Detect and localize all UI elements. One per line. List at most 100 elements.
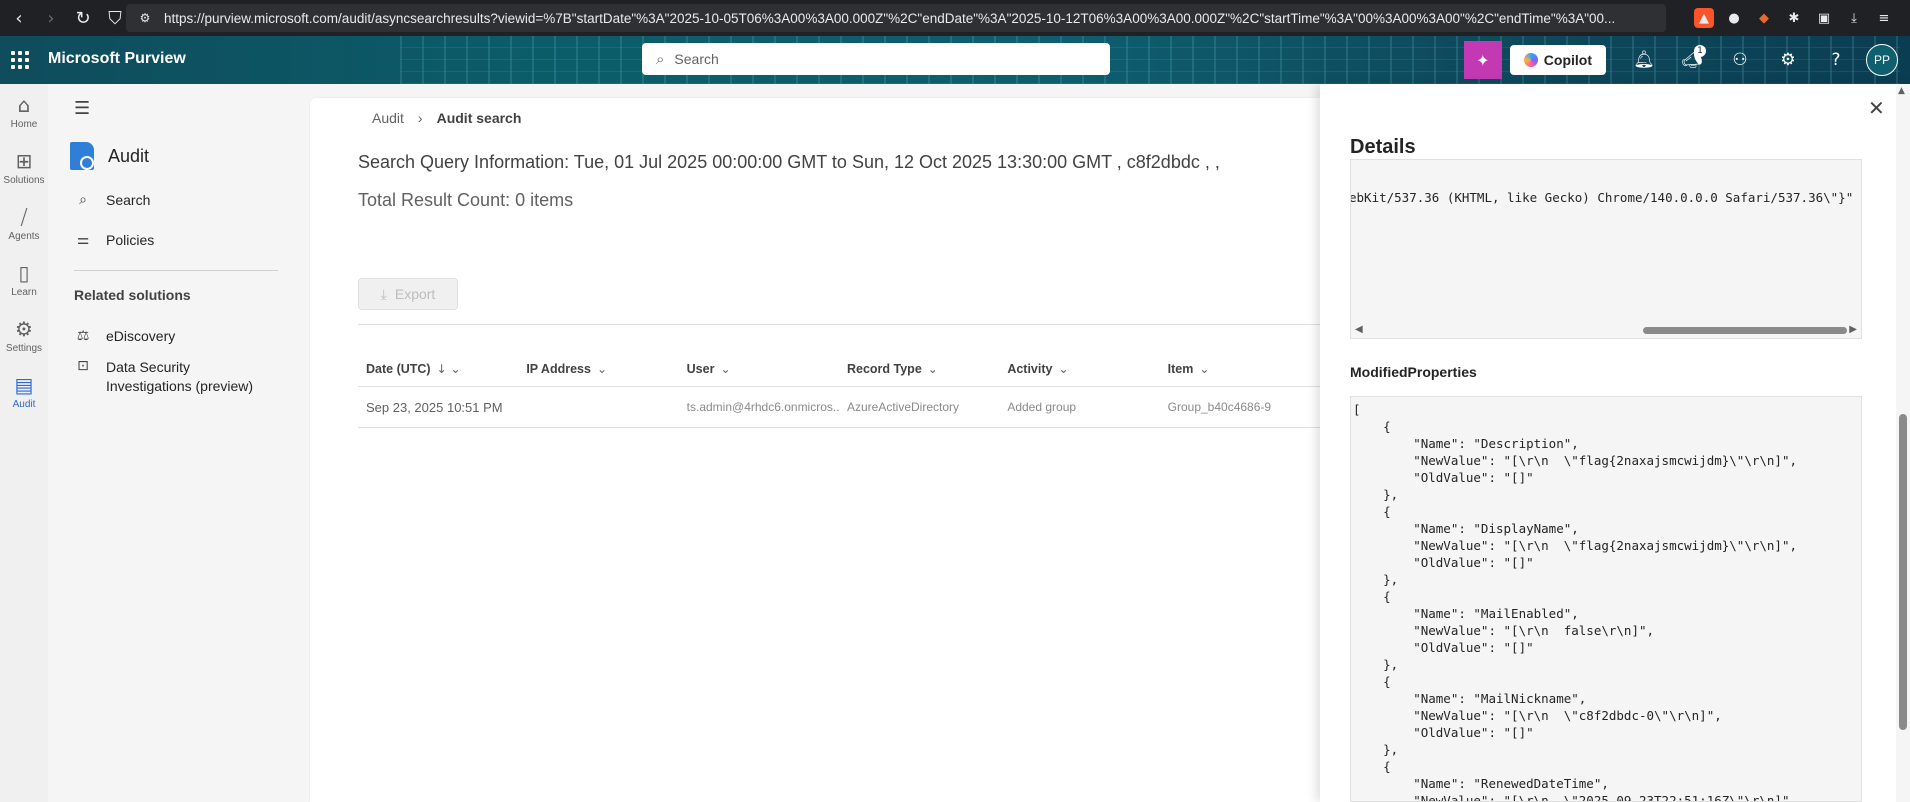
rail-item-settings[interactable]: ⚙ Settings bbox=[0, 308, 48, 364]
table-row[interactable]: Sep 23, 2025 10:51 PM ts.admin@4rhdc6.on… bbox=[358, 386, 1320, 428]
code-line: ebKit/537.36 (KHTML, like Gecko) Chrome/… bbox=[1350, 190, 1854, 205]
rail-item-solutions[interactable]: ⊞ Solutions bbox=[0, 140, 48, 196]
rail-label: Agents bbox=[8, 231, 40, 242]
site-info-icon[interactable]: ⚙ bbox=[132, 11, 158, 25]
forward-icon[interactable]: › bbox=[38, 5, 64, 31]
header-actions: ✦ Copilot 🔔︎ 📣︎ 1 ⚇ ⚙ ? PP bbox=[1463, 36, 1910, 84]
bookmark-icon[interactable]: ⛉ bbox=[102, 5, 128, 31]
export-label: Export bbox=[394, 286, 436, 302]
horizontal-scrollbar[interactable]: ◀ ▶ bbox=[1351, 322, 1861, 338]
modified-properties-code-block[interactable]: [ { "Name": "Description", "NewValue": "… bbox=[1350, 396, 1862, 802]
search-icon: ⌕ bbox=[79, 192, 87, 208]
scroll-right-icon[interactable]: ▶ bbox=[1849, 324, 1857, 335]
sidenav-item-ediscovery[interactable]: ⚖ eDiscovery bbox=[74, 328, 176, 344]
search-input[interactable]: ⌕ Search bbox=[642, 43, 1110, 75]
url-text[interactable]: https://purview.microsoft.com/audit/asyn… bbox=[158, 11, 1658, 26]
scrollbar-thumb[interactable] bbox=[1899, 414, 1907, 730]
scrollbar-thumb[interactable] bbox=[1643, 327, 1847, 334]
puzzle-icon[interactable]: ✱ bbox=[1784, 8, 1804, 28]
column-activity[interactable]: Activity ⌄ bbox=[999, 362, 1159, 376]
column-date[interactable]: Date (UTC) ↓ ⌄ bbox=[358, 362, 518, 376]
extensions-area: ▲ ● ◆ ✱ ▣ ⤓ ≡ bbox=[1694, 0, 1910, 36]
column-label: Activity bbox=[1007, 362, 1053, 376]
solutions-icon: ⊞ bbox=[15, 149, 33, 173]
modified-properties-label: ModifiedProperties bbox=[1350, 364, 1477, 380]
avatar[interactable]: PP bbox=[1866, 44, 1898, 76]
app-title: Audit bbox=[70, 142, 149, 170]
raw-data-code-block[interactable]: ebKit/537.36 (KHTML, like Gecko) Chrome/… bbox=[1350, 159, 1862, 339]
app-title-text: Audit bbox=[108, 145, 150, 166]
column-label: Record Type bbox=[846, 362, 922, 376]
column-label: Date (UTC) bbox=[366, 362, 431, 376]
chevron-down-icon: ⌄ bbox=[927, 362, 938, 376]
brave-shield-icon[interactable]: ▲ bbox=[1694, 8, 1714, 28]
query-info-title: Search Query Information: Tue, 01 Jul 20… bbox=[358, 152, 1220, 172]
fox-extension-icon[interactable]: ◆ bbox=[1754, 8, 1774, 28]
learn-icon: ▯ bbox=[18, 261, 30, 285]
cell-item: Group_b40c4686-9 bbox=[1167, 400, 1272, 414]
home-icon: ⌂ bbox=[17, 93, 31, 117]
copilot-button[interactable]: Copilot bbox=[1509, 45, 1606, 75]
extension-icon[interactable]: ● bbox=[1724, 8, 1744, 28]
export-button[interactable]: ⤓ Export bbox=[358, 278, 458, 310]
rail-item-agents[interactable]: ⧸ Agents bbox=[0, 196, 48, 252]
search-icon: ⌕ bbox=[656, 50, 665, 68]
related-solutions-heading: Related solutions bbox=[74, 287, 191, 303]
side-nav: ☰ Audit ⌕ Search ⚌ Policies Related solu… bbox=[48, 84, 310, 802]
vertical-scrollbar[interactable]: ▲ bbox=[1896, 84, 1910, 802]
result-count: Total Result Count: 0 items bbox=[358, 190, 574, 210]
breadcrumb: Audit › Audit search bbox=[372, 110, 521, 126]
rail-item-audit[interactable]: ▤ Audit bbox=[0, 364, 48, 420]
hamburger-icon[interactable]: ☰ bbox=[74, 98, 90, 119]
column-label: User bbox=[686, 362, 715, 376]
rail-label: Audit bbox=[12, 399, 36, 410]
bell-icon[interactable]: 🔔︎ bbox=[1620, 36, 1668, 84]
cell-activity: Added group bbox=[1007, 400, 1077, 414]
download-icon: ⤓ bbox=[380, 285, 387, 302]
sidenav-item-data-security[interactable]: ⊡ Data Security Investigations (preview) bbox=[74, 358, 266, 396]
settings-icon: ⚙ bbox=[15, 317, 33, 341]
policies-icon: ⚌ bbox=[76, 232, 90, 248]
search-placeholder: Search bbox=[674, 51, 719, 67]
scroll-left-icon[interactable]: ◀ bbox=[1355, 324, 1363, 335]
menu-icon[interactable]: ≡ bbox=[1874, 8, 1894, 28]
data-security-icon: ⊡ bbox=[77, 358, 89, 374]
reload-icon[interactable]: ↻ bbox=[70, 5, 96, 31]
brand-title[interactable]: Microsoft Purview bbox=[48, 50, 186, 68]
download-icon[interactable]: ⤓ bbox=[1844, 8, 1864, 28]
wallet-icon[interactable]: ▣ bbox=[1814, 8, 1834, 28]
cell-record-type: AzureActiveDirectory bbox=[846, 400, 960, 414]
copilot-agent-icon[interactable]: ✦ bbox=[1463, 41, 1502, 79]
column-ip[interactable]: IP Address ⌄ bbox=[518, 362, 678, 376]
app-launcher-icon[interactable] bbox=[8, 48, 32, 72]
megaphone-icon[interactable]: 📣︎ 1 bbox=[1668, 36, 1716, 84]
sidenav-item-policies[interactable]: ⚌ Policies bbox=[74, 232, 155, 248]
column-user[interactable]: User ⌄ bbox=[679, 362, 839, 376]
scroll-up-icon[interactable]: ▲ bbox=[1898, 86, 1905, 96]
column-label: IP Address bbox=[526, 362, 591, 376]
breadcrumb-audit[interactable]: Audit bbox=[372, 110, 404, 126]
sidenav-item-search[interactable]: ⌕ Search bbox=[74, 192, 150, 208]
ediscovery-icon: ⚖ bbox=[76, 328, 90, 344]
agents-icon: ⧸ bbox=[20, 205, 28, 229]
rail-item-home[interactable]: ⌂ Home bbox=[0, 84, 48, 140]
help-icon[interactable]: ? bbox=[1812, 36, 1860, 84]
cell-user: ts.admin@4rhdc6.onmicros... bbox=[686, 400, 839, 414]
share-icon[interactable]: ⚇ bbox=[1716, 36, 1764, 84]
column-item[interactable]: Item ⌄ bbox=[1160, 362, 1320, 376]
back-icon[interactable]: ‹ bbox=[6, 5, 32, 31]
column-record-type[interactable]: Record Type ⌄ bbox=[839, 362, 999, 376]
address-bar[interactable]: ⚙ https://purview.microsoft.com/audit/as… bbox=[126, 4, 1666, 32]
rail-item-learn[interactable]: ▯ Learn bbox=[0, 252, 48, 308]
sidenav-item-label: Data Security Investigations (preview) bbox=[106, 359, 254, 394]
gear-icon[interactable]: ⚙ bbox=[1764, 36, 1812, 84]
chevron-right-icon: › bbox=[417, 110, 423, 126]
close-icon[interactable]: ✕ bbox=[1868, 96, 1885, 120]
sidenav-item-label: Policies bbox=[106, 232, 155, 248]
audit-icon: ▤ bbox=[14, 373, 34, 397]
table-header: Date (UTC) ↓ ⌄ IP Address ⌄ User ⌄ Record T… bbox=[358, 351, 1320, 387]
chevron-down-icon: ⌄ bbox=[720, 362, 731, 376]
chevron-down-icon: ⌄ bbox=[1199, 362, 1210, 376]
divider bbox=[358, 324, 1320, 325]
details-title: Details bbox=[1350, 136, 1416, 158]
